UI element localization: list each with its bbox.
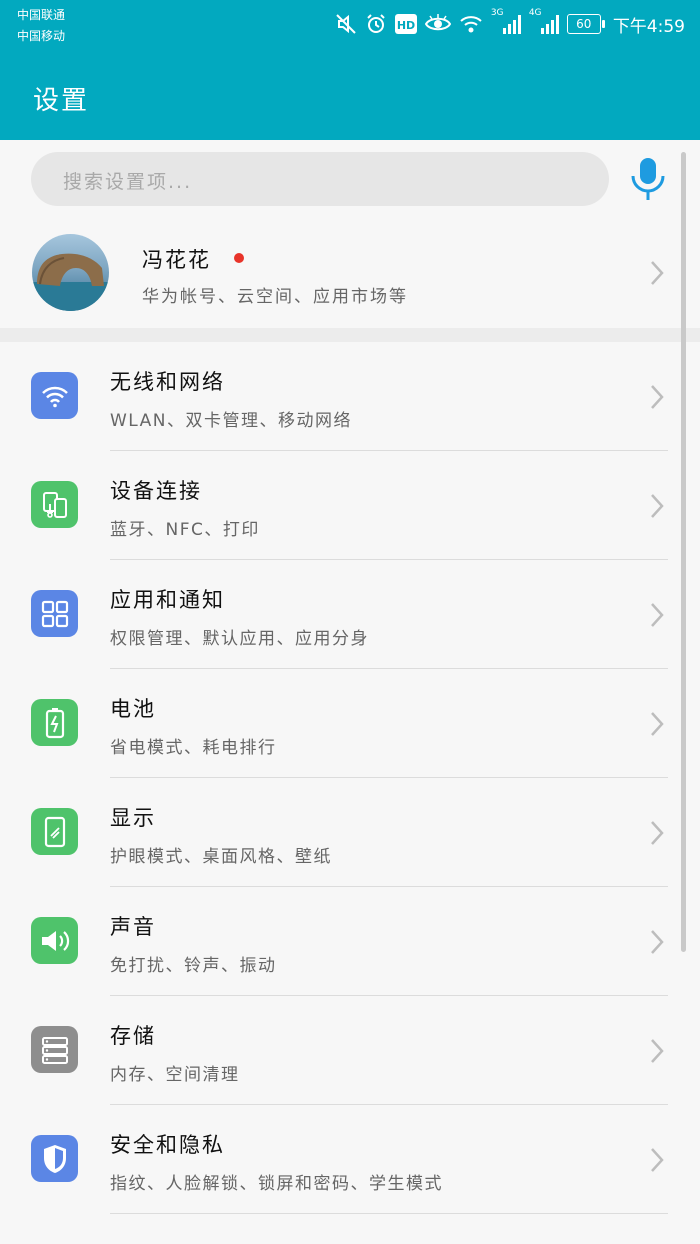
item-subtitle: 护眼模式、桌面风格、壁纸 [110, 847, 332, 867]
battery-level: 60 [566, 14, 601, 34]
status-bar: 中国联通 中国移动 HD 3G 4G 60 下午4:59 [0, 0, 700, 50]
chevron-right-icon [651, 1148, 664, 1172]
wifi-status-icon [459, 14, 483, 34]
item-subtitle: 省电模式、耗电排行 [110, 738, 277, 758]
search-placeholder: 搜索设置项... [63, 171, 193, 193]
carrier-1: 中国联通 [17, 8, 66, 22]
clock: 下午4:59 [612, 16, 685, 37]
settings-item-display[interactable]: 显示 护眼模式、桌面风格、壁纸 [0, 778, 700, 887]
carrier-labels: 中国联通 中国移动 [17, 5, 65, 47]
section-divider [0, 328, 700, 342]
settings-item-security[interactable]: 安全和隐私 指纹、人脸解锁、锁屏和密码、学生模式 [0, 1105, 700, 1214]
item-subtitle: WLAN、双卡管理、移动网络 [110, 411, 353, 431]
carrier-2: 中国移动 [17, 29, 66, 43]
battery-icon [31, 699, 78, 746]
battery-status-icon: 60 [566, 14, 605, 34]
account-name: 冯花花 [142, 248, 211, 272]
signal-4g-icon: 4G [529, 8, 559, 36]
settings-list: 无线和网络 WLAN、双卡管理、移动网络 设备连接 蓝牙、NFC、打印 应用和通… [0, 342, 700, 1244]
account-subtitle: 华为帐号、云空间、应用市场等 [142, 287, 408, 307]
chevron-right-icon [651, 821, 664, 845]
item-title: 应用和通知 [110, 588, 225, 612]
item-subtitle: 蓝牙、NFC、打印 [110, 520, 260, 540]
settings-item-storage[interactable]: 存储 内存、空间清理 [0, 996, 700, 1105]
eye-comfort-icon [424, 14, 451, 34]
status-icons: HD 3G 4G 60 下午4:59 [335, 8, 685, 39]
item-subtitle: 指纹、人脸解锁、锁屏和密码、学生模式 [110, 1174, 443, 1194]
chevron-right-icon [651, 494, 664, 518]
item-subtitle: 免打扰、铃声、振动 [110, 956, 277, 976]
item-title: 安全和隐私 [110, 1133, 225, 1157]
chevron-right-icon [651, 712, 664, 736]
item-title: 显示 [110, 806, 156, 830]
app-bar: 设置 [0, 50, 700, 140]
search-area: 搜索设置项... [0, 140, 700, 220]
storage-icon [31, 1026, 78, 1073]
search-input[interactable]: 搜索设置项... [31, 152, 609, 206]
device-connection-icon [31, 481, 78, 528]
item-title: 存储 [110, 1024, 156, 1048]
chevron-right-icon [651, 261, 664, 285]
apps-grid-icon [31, 590, 78, 637]
chevron-right-icon [651, 930, 664, 954]
wifi-icon [31, 372, 78, 419]
display-icon [31, 808, 78, 855]
item-title: 无线和网络 [110, 370, 225, 394]
item-subtitle: 权限管理、默认应用、应用分身 [110, 629, 369, 649]
divider [110, 1213, 668, 1214]
hd-icon: HD [394, 14, 417, 34]
chevron-right-icon [651, 1039, 664, 1063]
item-subtitle: 内存、空间清理 [110, 1065, 240, 1085]
microphone-icon[interactable] [628, 156, 668, 206]
item-title: 声音 [110, 915, 156, 939]
scrollbar[interactable] [681, 152, 686, 952]
shield-icon [31, 1135, 78, 1182]
alarm-icon [365, 13, 387, 35]
settings-item-apps[interactable]: 应用和通知 权限管理、默认应用、应用分身 [0, 560, 700, 669]
settings-item-device-connection[interactable]: 设备连接 蓝牙、NFC、打印 [0, 451, 700, 560]
signal-3g-icon: 3G [491, 8, 521, 36]
settings-item-wireless[interactable]: 无线和网络 WLAN、双卡管理、移动网络 [0, 342, 700, 451]
mute-icon [335, 13, 357, 35]
svg-text:HD: HD [397, 19, 415, 32]
settings-item-sound[interactable]: 声音 免打扰、铃声、振动 [0, 887, 700, 996]
chevron-right-icon [651, 385, 664, 409]
network-type-3g: 3G [490, 8, 504, 18]
item-title: 设备连接 [110, 479, 202, 503]
account-row[interactable]: 冯花花 华为帐号、云空间、应用市场等 [0, 220, 700, 328]
item-title: 电池 [110, 697, 156, 721]
speaker-icon [31, 917, 78, 964]
network-type-4g: 4G [528, 8, 542, 18]
notification-dot [234, 253, 244, 263]
avatar [32, 234, 109, 311]
page-title: 设置 [33, 86, 90, 116]
chevron-right-icon [651, 603, 664, 627]
settings-item-battery[interactable]: 电池 省电模式、耗电排行 [0, 669, 700, 778]
